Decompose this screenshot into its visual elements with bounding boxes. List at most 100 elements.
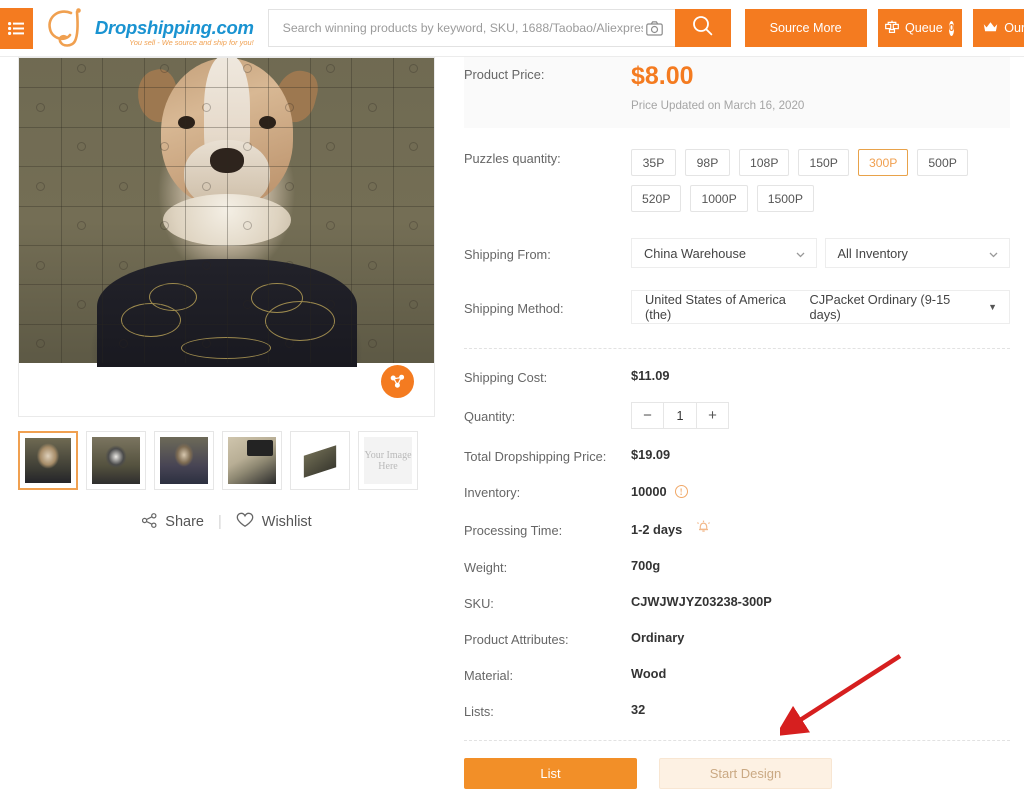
processing-time-value: 1-2 days [631, 521, 683, 537]
puzzle-option-108p[interactable]: 108P [739, 149, 790, 176]
quantity-row: Quantity: − 1 + [464, 402, 1010, 429]
search-button[interactable] [674, 9, 731, 47]
thumbnail-2[interactable] [86, 431, 146, 490]
weight-row: Weight: 700g [464, 558, 1010, 575]
lists-label: Lists: [464, 704, 494, 719]
share-icon [142, 512, 157, 532]
wishlist-button[interactable]: Wishlist [236, 512, 312, 532]
processing-time-row: Processing Time: 1-2 days [464, 519, 1010, 539]
thumbnail-your-image-here[interactable]: Your Image Here [358, 431, 418, 490]
shipping-method-select[interactable]: United States of America (the) CJPacket … [631, 290, 1010, 324]
thumbnail-1[interactable] [18, 431, 78, 490]
product-attributes-value: Ordinary [631, 630, 685, 645]
warehouse-select[interactable]: China Warehouse [631, 238, 817, 268]
gallery-actions: Share | Wishlist [18, 512, 436, 532]
thumbnail-4[interactable] [222, 431, 282, 490]
puzzles-quantity-options: 35P 98P 108P 150P 300P 500P 520P 1000P 1500P [631, 149, 1010, 212]
divider [464, 348, 1010, 349]
product-price-value: $8.00 [631, 62, 694, 90]
puzzle-option-35p[interactable]: 35P [631, 149, 676, 176]
sku-row: SKU: CJWJWJYZ03238-300P [464, 594, 1010, 611]
app-header: Dropshipping.com You sell - We source an… [0, 0, 1024, 57]
inventory-filter-value: All Inventory [837, 245, 908, 261]
puzzle-option-1000p[interactable]: 1000P [690, 185, 748, 212]
wishlist-label: Wishlist [261, 514, 312, 530]
product-attributes-label: Product Attributes: [464, 632, 569, 647]
price-section: Product Price: $8.00 Price Updated on Ma… [464, 57, 1010, 128]
action-buttons: List Start Design [464, 758, 1010, 789]
puzzle-option-98p[interactable]: 98P [685, 149, 730, 176]
logo-title: Dropshipping.com [95, 17, 254, 38]
quantity-label: Quantity: [464, 409, 516, 424]
our-services-label: Our Services [1004, 21, 1024, 35]
sku-value: CJWJWJYZ03238-300P [631, 594, 772, 609]
thumbnail-5[interactable] [290, 431, 350, 490]
lists-value: 32 [631, 702, 646, 717]
quantity-stepper[interactable]: − 1 + [631, 402, 729, 429]
shipping-cost-row: Shipping Cost: $11.09 [464, 368, 1010, 385]
search-icon [692, 15, 713, 41]
list-button[interactable]: List [464, 758, 637, 789]
share-nodes-icon[interactable] [381, 365, 414, 398]
queue-count-badge: 0 [948, 20, 955, 36]
warehouse-value: China Warehouse [644, 245, 746, 261]
camera-icon[interactable] [643, 16, 667, 40]
menu-button[interactable] [0, 7, 33, 49]
puzzles-quantity-label: Puzzles quantity: [464, 151, 561, 166]
queue-label: Queue [904, 21, 943, 35]
lists-row: Lists: 32 [464, 702, 1010, 719]
search-bar [267, 9, 731, 47]
search-input-container [267, 9, 675, 47]
shipping-carrier-value: CJPacket Ordinary (9-15 days) [809, 292, 951, 322]
puzzle-photo [19, 58, 434, 367]
source-more-button[interactable]: Source More [744, 9, 867, 47]
start-design-button[interactable]: Start Design [659, 758, 832, 789]
shipping-method-section: Shipping Method: United States of Americ… [464, 290, 1010, 324]
list-menu-icon [8, 21, 25, 35]
heart-icon [236, 512, 254, 532]
product-price-label: Product Price: [464, 67, 545, 82]
inventory-value: 10000 [631, 484, 667, 499]
total-price-row: Total Dropshipping Price: $19.09 [464, 447, 1010, 464]
quantity-increment-button[interactable]: + [697, 403, 728, 428]
weight-label: Weight: [464, 560, 508, 575]
search-input[interactable] [282, 21, 643, 35]
puzzle-piece-grid [19, 58, 434, 363]
share-button[interactable]: Share [142, 512, 204, 532]
product-attributes-row: Product Attributes: Ordinary [464, 630, 1010, 647]
cj-monogram-icon [45, 8, 93, 50]
our-services-button[interactable]: Our Services [972, 9, 1024, 47]
brand-logo[interactable]: Dropshipping.com You sell - We source an… [45, 6, 254, 50]
puzzle-option-520p[interactable]: 520P [631, 185, 682, 212]
queue-button[interactable]: Queue 0 [877, 9, 962, 47]
logo-tagline: You sell - We source and ship for you! [129, 38, 254, 47]
shipping-cost-label: Shipping Cost: [464, 370, 548, 385]
material-value: Wood [631, 666, 667, 681]
sku-label: SKU: [464, 596, 494, 611]
alert-bell-icon[interactable] [696, 519, 711, 539]
inventory-row: Inventory: 10000 ! [464, 483, 1010, 500]
quantity-value[interactable]: 1 [663, 403, 697, 428]
puzzle-option-300p[interactable]: 300P [857, 149, 909, 176]
thumbnail-3[interactable] [154, 431, 214, 490]
processing-time-label: Processing Time: [464, 522, 563, 538]
quantity-decrement-button[interactable]: − [632, 403, 663, 428]
inventory-label: Inventory: [464, 485, 521, 500]
crown-icon [983, 21, 998, 36]
share-label: Share [165, 514, 204, 530]
source-more-label: Source More [769, 21, 842, 35]
shipping-cost-value: $11.09 [631, 368, 670, 383]
inventory-select[interactable]: All Inventory [824, 238, 1010, 268]
shipping-from-section: Shipping From: China Warehouse All Inven… [464, 238, 1010, 268]
puzzle-option-1500p[interactable]: 1500P [756, 185, 814, 212]
chevron-down-icon [988, 248, 999, 259]
divider [464, 740, 1010, 741]
info-circle-icon[interactable]: ! [674, 485, 688, 498]
shipping-method-label: Shipping Method: [464, 300, 564, 316]
material-label: Material: [464, 668, 514, 683]
weight-value: 700g [631, 558, 661, 573]
puzzle-option-500p[interactable]: 500P [917, 149, 968, 176]
main-product-image[interactable] [18, 57, 435, 417]
action-separator: | [217, 514, 222, 530]
puzzle-option-150p[interactable]: 150P [798, 149, 849, 176]
